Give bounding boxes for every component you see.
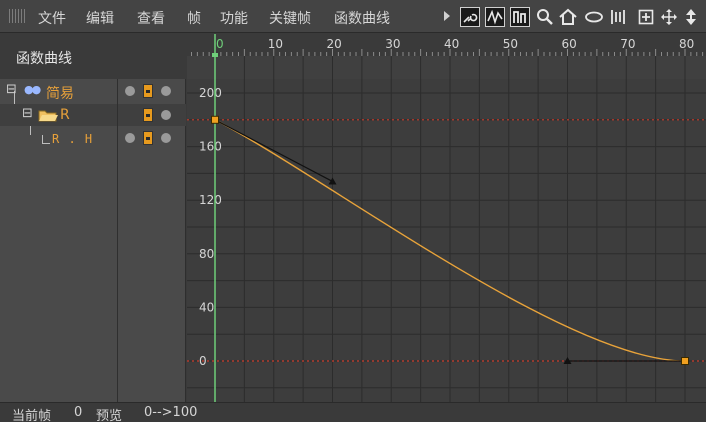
ruler-label: 50 (503, 37, 518, 51)
value-label: 80 (199, 247, 214, 261)
value-label: 40 (199, 300, 214, 314)
tree-item-label: R (60, 107, 70, 123)
ruler-label: 10 (268, 37, 283, 51)
current-frame-value[interactable]: 0 (74, 405, 82, 420)
ruler-label: 0 (216, 37, 224, 51)
tree-item-r-h[interactable]: R . H (0, 127, 186, 149)
column-divider (117, 79, 118, 402)
ruler-label: 40 (444, 37, 459, 51)
frame-view-icon[interactable] (636, 7, 656, 27)
curve-graph[interactable]: 0 10 20 30 40 50 60 70 80 200 160 120 80 40 0 (187, 34, 706, 402)
menu-frame[interactable]: 帧 (187, 8, 201, 28)
film-channel-icon[interactable] (143, 84, 153, 98)
menu-function-curve[interactable]: 函数曲线 (334, 8, 390, 28)
tree-item-r[interactable]: ⊟ R (0, 104, 186, 126)
keyframe[interactable] (681, 357, 689, 365)
status-bar: 当前帧 0 预览 0-->100 (0, 402, 706, 422)
folder-icon (38, 109, 58, 126)
zoom-icon[interactable] (535, 7, 555, 27)
ruler-label: 80 (679, 37, 694, 51)
graph-background (187, 34, 706, 402)
menu-function[interactable]: 功能 (220, 8, 248, 28)
menu-overflow-arrow-icon[interactable] (444, 11, 450, 21)
menu-file[interactable]: 文件 (38, 8, 66, 28)
lock-dot-icon[interactable] (161, 86, 171, 96)
curve-step-icon[interactable] (510, 7, 530, 27)
ruler-label: 60 (562, 37, 577, 51)
menu-keyframe[interactable]: 关键帧 (269, 8, 311, 28)
preview-range[interactable]: 0-->100 (144, 405, 197, 420)
curve-graph-canvas[interactable]: 0 10 20 30 40 50 60 70 80 20016012080400 (187, 34, 706, 402)
home-icon[interactable] (558, 7, 578, 27)
menu-bar: 文件 编辑 查看 帧 功能 关键帧 函数曲线 (0, 0, 706, 33)
visibility-dot-icon[interactable] (125, 86, 135, 96)
drag-grip-icon[interactable] (9, 9, 25, 23)
menu-view[interactable]: 查看 (137, 8, 165, 28)
film-channel-icon[interactable] (143, 108, 153, 122)
visibility-dot-icon[interactable] (125, 133, 135, 143)
ruler-label: 20 (327, 37, 342, 51)
menu-edit[interactable]: 编辑 (86, 8, 114, 28)
value-label: 160 (199, 140, 222, 154)
tree-item-label: R . H (52, 132, 94, 146)
preview-label: 预览 (96, 409, 123, 422)
group-icon: ●● (24, 83, 41, 96)
film-channel-icon[interactable] (143, 131, 153, 145)
value-label: 200 (199, 86, 222, 100)
ellipse-icon[interactable] (584, 7, 604, 27)
collapse-icon[interactable]: ⊟ (22, 106, 33, 121)
channel-tree: ⊟ ●● 简易 ⊟ R R . H (0, 79, 186, 402)
collapse-icon[interactable]: ⊟ (6, 82, 17, 97)
playhead-marker[interactable] (212, 53, 218, 57)
pan-icon[interactable] (659, 7, 679, 27)
move-vertical-icon[interactable] (681, 7, 701, 27)
value-label: 120 (199, 193, 222, 207)
key-track (187, 56, 706, 79)
ruler-label: 70 (620, 37, 635, 51)
lock-dot-icon[interactable] (161, 110, 171, 120)
current-frame-label: 当前帧 (12, 409, 52, 422)
curve-spline-icon[interactable] (485, 7, 505, 27)
tree-item-label: 简易 (46, 86, 74, 102)
tree-item-simple[interactable]: ⊟ ●● 简易 (0, 80, 186, 102)
ruler-label: 30 (385, 37, 400, 51)
fit-columns-icon[interactable] (608, 7, 628, 27)
key-link-icon[interactable] (460, 7, 480, 27)
panel-title: 函数曲线 (16, 51, 72, 67)
lock-dot-icon[interactable] (161, 133, 171, 143)
keyframe[interactable] (211, 115, 219, 124)
